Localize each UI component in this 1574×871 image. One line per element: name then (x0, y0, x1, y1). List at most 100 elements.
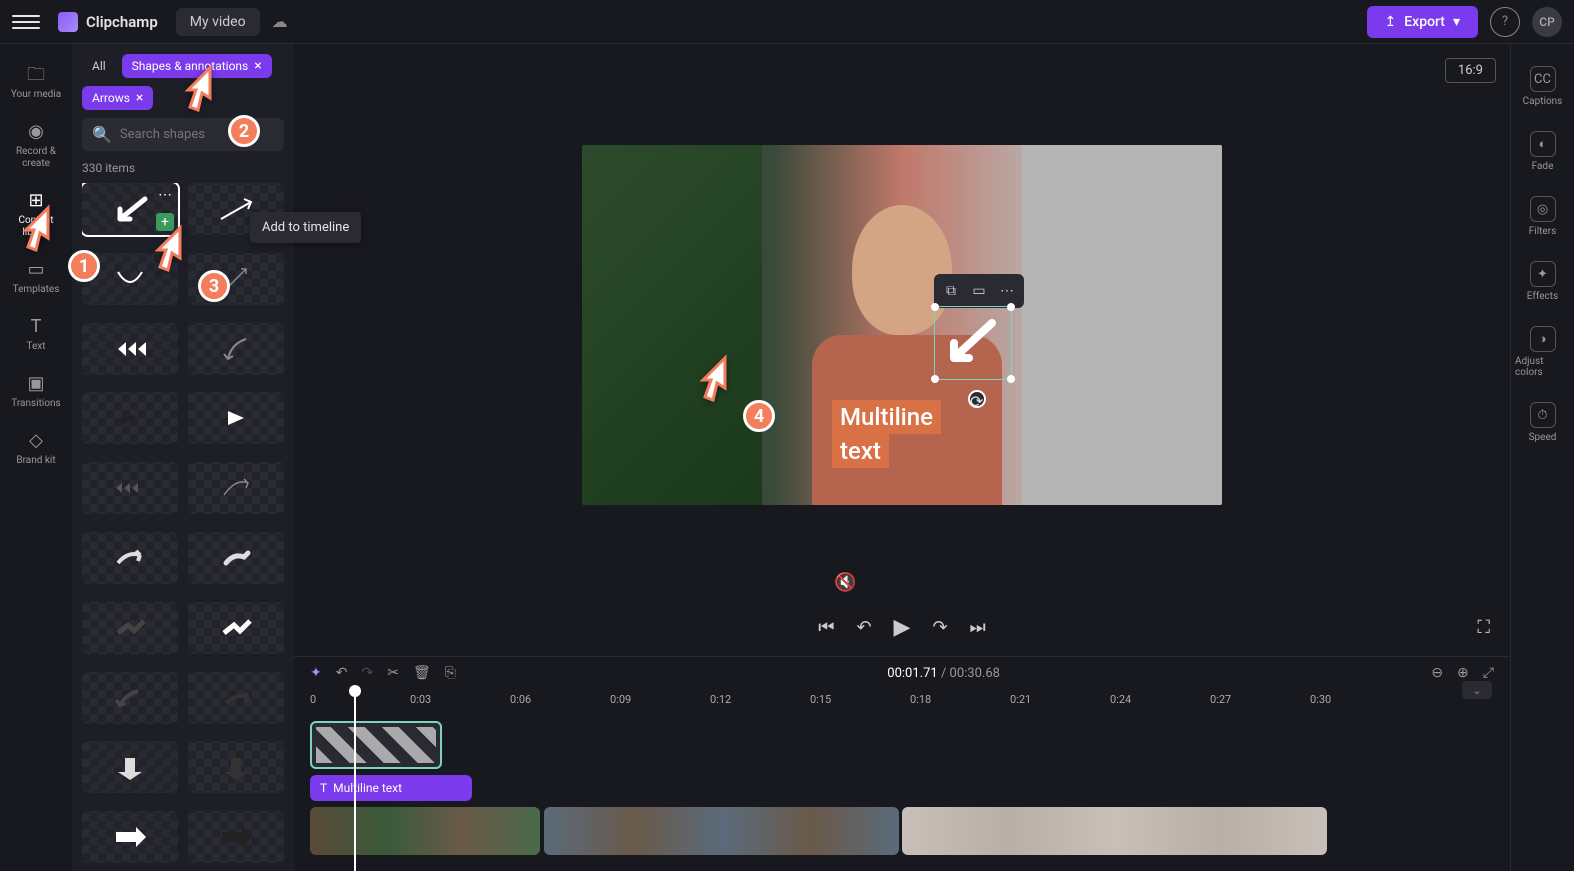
split-button[interactable]: ✂ (387, 665, 399, 681)
shape-tile[interactable] (82, 672, 178, 724)
chip-all[interactable]: All (82, 54, 116, 78)
skip-forward-button[interactable]: ⏭ (970, 617, 986, 638)
rail-text[interactable]: TText (0, 306, 72, 363)
rewind-button[interactable]: ↶ (856, 617, 871, 638)
zoom-fit-button[interactable]: ⤢ (1483, 665, 1494, 681)
add-to-timeline-button[interactable]: + (156, 213, 174, 231)
shape-tile[interactable] (188, 253, 284, 305)
shape-tile[interactable] (82, 532, 178, 584)
ruler-mark: 0:12 (710, 693, 731, 706)
library-icon: ⊞ (25, 190, 47, 212)
undo-button[interactable]: ↶ (336, 665, 348, 681)
right-effects[interactable]: ✦Effects (1511, 249, 1574, 314)
search-box[interactable]: 🔍 (82, 118, 284, 151)
text-overlay[interactable]: Multiline text (832, 400, 941, 468)
sync-off-icon[interactable]: ☁ (272, 12, 288, 31)
playhead[interactable] (354, 689, 356, 871)
shape-tile[interactable] (188, 323, 284, 375)
text-icon: T (25, 316, 47, 338)
shape-tile[interactable] (188, 532, 284, 584)
right-filters[interactable]: ◎Filters (1511, 184, 1574, 249)
timeline-ruler[interactable]: 00:030:060:090:120:150:180:210:240:270:3… (310, 689, 1494, 713)
zoom-out-button[interactable]: ⊖ (1431, 665, 1443, 681)
pip-button[interactable]: ▭ (966, 278, 992, 304)
arrow-icon (110, 613, 150, 643)
rail-brand-kit[interactable]: ◇Brand kit (0, 420, 72, 477)
aspect-ratio-badge[interactable]: 16:9 (1445, 58, 1496, 83)
resize-handle[interactable] (931, 375, 939, 383)
copy-button[interactable]: ⎘ (445, 665, 456, 681)
track-video[interactable] (310, 807, 1494, 855)
rail-templates[interactable]: ▭Templates (0, 249, 72, 306)
track-shape[interactable] (310, 721, 1494, 769)
rail-record-create[interactable]: ◉Record & create (0, 111, 72, 180)
right-speed[interactable]: ⏱Speed (1511, 390, 1574, 455)
export-button[interactable]: ↥ Export ▾ (1367, 6, 1478, 38)
close-icon[interactable]: × (136, 91, 143, 105)
shape-tile[interactable] (82, 323, 178, 375)
resize-handle[interactable] (931, 303, 939, 311)
shape-tile[interactable] (82, 741, 178, 793)
redo-button[interactable]: ↷ (361, 665, 373, 681)
no-audio-icon[interactable]: 🔇 (834, 572, 856, 593)
ruler-mark: 0:24 (1110, 693, 1131, 706)
rail-transitions[interactable]: ▣Transitions (0, 363, 72, 420)
rotate-handle[interactable]: ⟳ (968, 390, 986, 408)
rail-content-library[interactable]: ⊞Content library (0, 180, 72, 249)
forward-button[interactable]: ↷ (932, 617, 947, 638)
help-button[interactable]: ? (1490, 7, 1520, 37)
shape-tile[interactable] (188, 811, 284, 863)
shape-tile[interactable] (82, 253, 178, 305)
shape-tile[interactable] (188, 672, 284, 724)
project-name[interactable]: My video (176, 8, 260, 36)
app-logo[interactable]: Clipchamp (58, 12, 158, 32)
shape-tile[interactable] (82, 602, 178, 654)
right-captions[interactable]: CCCaptions (1511, 54, 1574, 119)
ruler-mark: 0:09 (610, 693, 631, 706)
zoom-in-button[interactable]: ⊕ (1457, 665, 1469, 681)
shape-tile[interactable] (188, 741, 284, 793)
shape-tile[interactable] (188, 392, 284, 444)
camera-icon: ◉ (25, 121, 47, 143)
ai-button[interactable]: ✦ (310, 665, 322, 681)
more-icon[interactable]: ⋯ (158, 187, 172, 203)
shape-tile-arrow-diag[interactable]: ⋯ + (82, 183, 178, 235)
clip-video-2[interactable] (544, 807, 899, 855)
resize-handle[interactable] (1007, 375, 1015, 383)
resize-handle[interactable] (1007, 303, 1015, 311)
shape-tile[interactable] (82, 811, 178, 863)
item-count: 330 items (82, 161, 284, 175)
skip-back-button[interactable]: ⏮ (818, 617, 834, 638)
clip-video-3[interactable] (902, 807, 1327, 855)
rail-your-media[interactable]: 🗀Your media (0, 54, 72, 111)
crop-button[interactable]: ⧉ (938, 278, 964, 304)
arrow-icon (110, 543, 150, 573)
chip-arrows[interactable]: Arrows× (82, 86, 153, 110)
shape-tile[interactable] (82, 392, 178, 444)
close-icon[interactable]: × (254, 59, 261, 73)
search-input[interactable] (120, 127, 286, 142)
menu-button[interactable] (12, 8, 40, 36)
fullscreen-button[interactable]: ⛶ (1477, 617, 1490, 638)
search-icon: 🔍 (92, 125, 112, 144)
chevron-down-icon: ▾ (1453, 14, 1460, 30)
shape-tile[interactable] (188, 462, 284, 514)
right-fade[interactable]: ◐Fade (1511, 119, 1574, 184)
clip-arrow-shape[interactable] (310, 721, 442, 769)
chip-shapes-annotations[interactable]: Shapes & annotations× (122, 54, 272, 78)
clip-multiline-text[interactable]: T Multiline text (310, 775, 472, 801)
shape-tile[interactable] (82, 462, 178, 514)
right-adjust-colors[interactable]: ◑Adjust colors (1511, 314, 1574, 390)
side-panel: All Shapes & annotations× Arrows× 🔍 330 … (72, 44, 294, 871)
delete-button[interactable]: 🗑 (413, 665, 431, 681)
user-avatar[interactable]: CP (1532, 7, 1562, 37)
center-area: 16:9 ⧉ ▭ ⋯ ⟳ Multiline (294, 44, 1510, 871)
more-button[interactable]: ⋯ (994, 278, 1020, 304)
clip-video-1[interactable] (310, 807, 540, 855)
preview-wrapper: 16:9 ⧉ ▭ ⋯ ⟳ Multiline (294, 44, 1510, 605)
arrow-overlay[interactable] (942, 318, 1002, 368)
play-button[interactable]: ▶ (894, 615, 911, 640)
shape-tile[interactable] (188, 602, 284, 654)
timeline[interactable]: ⌄ 00:030:060:090:120:150:180:210:240:270… (294, 689, 1510, 871)
track-text[interactable]: T Multiline text (310, 775, 1494, 801)
